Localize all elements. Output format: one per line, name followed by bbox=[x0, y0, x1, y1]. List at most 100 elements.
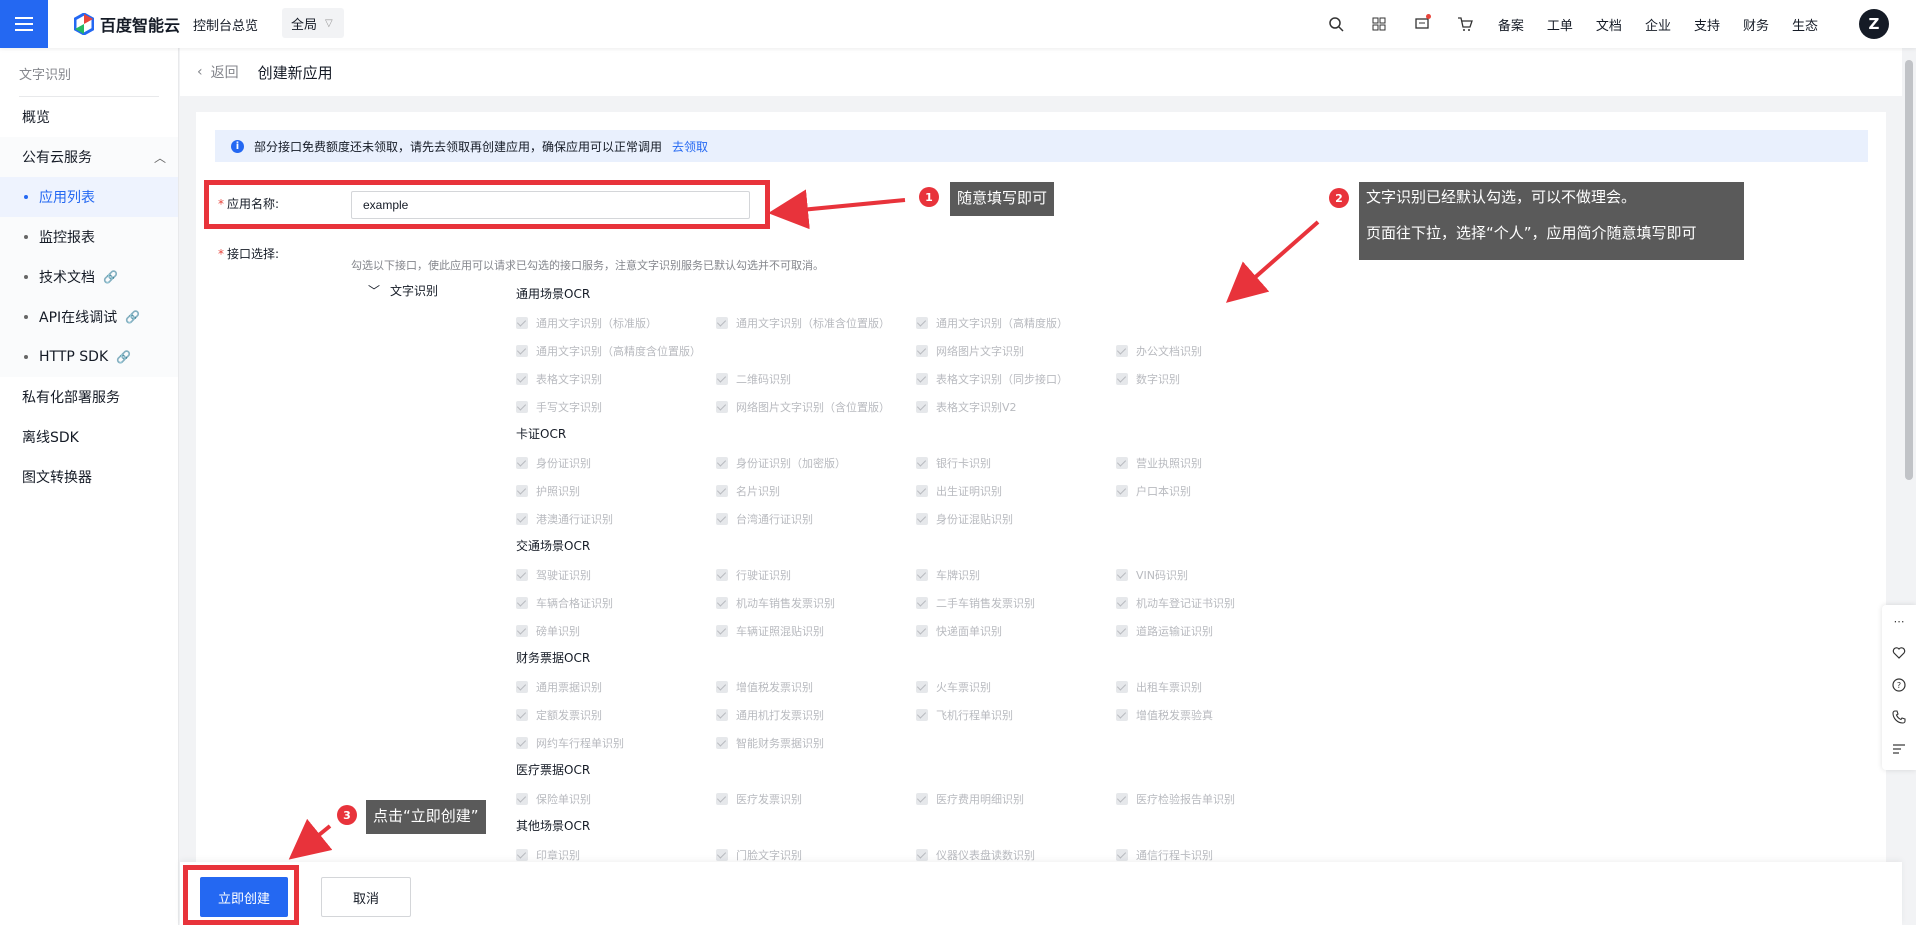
api-option[interactable]: 二手车销售发票识别 bbox=[916, 595, 1035, 611]
api-option[interactable]: 出租车票识别 bbox=[1116, 679, 1202, 695]
api-option[interactable]: 表格文字识别 bbox=[516, 371, 602, 387]
tip-step-2: 文字识别已经默认勾选，可以不做理会。 页面往下拉，选择“个人”，应用简介随意填写… bbox=[1359, 182, 1744, 260]
sidebar-item-private-deploy[interactable]: 私有化部署服务 bbox=[0, 377, 178, 417]
api-option[interactable]: 道路运输证识别 bbox=[1116, 623, 1213, 639]
api-option[interactable]: 定额发票识别 bbox=[516, 707, 602, 723]
api-option[interactable]: 表格文字识别V2 bbox=[916, 399, 1017, 415]
message-icon[interactable] bbox=[1412, 14, 1432, 34]
sidebar-item-http-sdk[interactable]: HTTP SDK 🔗 bbox=[0, 337, 178, 377]
console-overview-link[interactable]: 控制台总览 bbox=[193, 15, 258, 34]
api-option[interactable]: VIN码识别 bbox=[1116, 567, 1188, 583]
api-option[interactable]: 表格文字识别（同步接口） bbox=[916, 371, 1068, 387]
api-option[interactable]: 增值税发票识别 bbox=[716, 679, 813, 695]
api-option[interactable]: 港澳通行证识别 bbox=[516, 511, 613, 527]
apps-grid-icon[interactable] bbox=[1369, 14, 1389, 34]
sidebar-item-app-list[interactable]: 应用列表 bbox=[0, 177, 178, 217]
category-title: 其他场景OCR bbox=[516, 819, 591, 833]
api-option-label: 车辆证照混贴识别 bbox=[736, 625, 824, 638]
sidebar-item-image-converter[interactable]: 图文转换器 bbox=[0, 457, 178, 497]
api-option[interactable]: 通用文字识别（标准版） bbox=[516, 315, 657, 331]
nav-ecosystem[interactable]: 生态 bbox=[1792, 15, 1818, 34]
sidebar-item-monitor[interactable]: 监控报表 bbox=[0, 217, 178, 257]
sidebar: 文字识别 概览 公有云服务 ︿ 应用列表 监控报表 技术文档 🔗 API在线调试 🔗 … bbox=[0, 48, 179, 925]
nav-ticket[interactable]: 工单 bbox=[1547, 15, 1573, 34]
sidebar-item-tech-docs[interactable]: 技术文档 🔗 bbox=[0, 257, 178, 297]
api-option[interactable]: 磅单识别 bbox=[516, 623, 580, 639]
api-option[interactable]: 通信行程卡识别 bbox=[1116, 847, 1213, 863]
api-option-label: 办公文档识别 bbox=[1136, 345, 1202, 358]
phone-icon[interactable] bbox=[1891, 709, 1907, 725]
api-option[interactable]: 网络图片文字识别（含位置版） bbox=[716, 399, 890, 415]
cancel-button[interactable]: 取消 bbox=[321, 877, 411, 917]
sidebar-item-public-cloud[interactable]: 公有云服务 ︿ bbox=[0, 137, 178, 177]
api-option[interactable]: 车辆证照混贴识别 bbox=[716, 623, 824, 639]
api-option[interactable]: 台湾通行证识别 bbox=[716, 511, 813, 527]
api-option[interactable]: 驾驶证识别 bbox=[516, 567, 591, 583]
api-option[interactable]: 手写文字识别 bbox=[516, 399, 602, 415]
nav-enterprise[interactable]: 企业 bbox=[1645, 15, 1671, 34]
api-option[interactable]: 名片识别 bbox=[716, 483, 780, 499]
api-option-label: 增值税发票识别 bbox=[736, 681, 813, 694]
api-option[interactable]: 网络图片文字识别 bbox=[916, 343, 1024, 359]
api-option[interactable]: 银行卡识别 bbox=[916, 455, 991, 471]
claim-link[interactable]: 去领取 bbox=[672, 138, 708, 155]
api-option[interactable]: 车辆合格证识别 bbox=[516, 595, 613, 611]
api-option[interactable]: 增值税发票验真 bbox=[1116, 707, 1213, 723]
api-option[interactable]: 飞机行程单识别 bbox=[916, 707, 1013, 723]
api-option-label: 数字识别 bbox=[1136, 373, 1180, 386]
api-option[interactable]: 医疗费用明细识别 bbox=[916, 791, 1024, 807]
api-option[interactable]: 身份证识别 bbox=[516, 455, 591, 471]
api-option[interactable]: 营业执照识别 bbox=[1116, 455, 1202, 471]
scrollbar[interactable] bbox=[1905, 60, 1913, 480]
api-option[interactable]: 网约车行程单识别 bbox=[516, 735, 624, 751]
api-option[interactable]: 通用文字识别（标准含位置版） bbox=[716, 315, 890, 331]
api-option[interactable]: 门脸文字识别 bbox=[716, 847, 802, 863]
api-option[interactable]: 通用文字识别（高精度版） bbox=[916, 315, 1068, 331]
tree-node-ocr[interactable]: ﹀ 文字识别 bbox=[368, 282, 438, 299]
menu-icon[interactable] bbox=[0, 0, 48, 48]
search-icon[interactable] bbox=[1326, 14, 1346, 34]
api-option[interactable]: 车牌识别 bbox=[916, 567, 980, 583]
api-option[interactable]: 数字识别 bbox=[1116, 371, 1180, 387]
drag-handle-icon[interactable]: ⋯ bbox=[1891, 613, 1907, 629]
api-option[interactable]: 身份证识别（加密版） bbox=[716, 455, 846, 471]
help-icon[interactable]: ? bbox=[1891, 677, 1907, 693]
nav-docs[interactable]: 文档 bbox=[1596, 15, 1622, 34]
brand-logo[interactable]: 百度智能云 bbox=[73, 12, 180, 36]
api-option[interactable]: 机动车销售发票识别 bbox=[716, 595, 835, 611]
api-option[interactable]: 通用文字识别（高精度含位置版） bbox=[516, 343, 701, 359]
checkbox-checked-icon bbox=[516, 317, 528, 329]
api-option[interactable]: 医疗发票识别 bbox=[716, 791, 802, 807]
cart-icon[interactable] bbox=[1455, 14, 1475, 34]
checkbox-checked-icon bbox=[516, 597, 528, 609]
api-option[interactable]: 机动车登记证书识别 bbox=[1116, 595, 1235, 611]
api-option[interactable]: 医疗检验报告单识别 bbox=[1116, 791, 1235, 807]
api-option[interactable]: 户口本识别 bbox=[1116, 483, 1191, 499]
api-option[interactable]: 智能财务票据识别 bbox=[716, 735, 824, 751]
sidebar-item-api-debug[interactable]: API在线调试 🔗 bbox=[0, 297, 178, 337]
api-option[interactable]: 护照识别 bbox=[516, 483, 580, 499]
api-option[interactable]: 行驶证识别 bbox=[716, 567, 791, 583]
avatar[interactable]: Z bbox=[1859, 9, 1889, 39]
api-option[interactable]: 保险单识别 bbox=[516, 791, 591, 807]
api-option[interactable]: 办公文档识别 bbox=[1116, 343, 1202, 359]
api-option[interactable]: 印章识别 bbox=[516, 847, 580, 863]
api-option[interactable]: 通用机打发票识别 bbox=[716, 707, 824, 723]
api-option[interactable]: 出生证明识别 bbox=[916, 483, 1002, 499]
back-button[interactable]: ‹ 返回 bbox=[197, 62, 239, 82]
nav-beian[interactable]: 备案 bbox=[1498, 15, 1524, 34]
api-option[interactable]: 火车票识别 bbox=[916, 679, 991, 695]
sidebar-item-offline-sdk[interactable]: 离线SDK bbox=[0, 417, 178, 457]
api-option[interactable]: 仪器仪表盘读数识别 bbox=[916, 847, 1035, 863]
api-option-label: 通信行程卡识别 bbox=[1136, 849, 1213, 862]
heart-icon[interactable] bbox=[1891, 645, 1907, 661]
nav-support[interactable]: 支持 bbox=[1694, 15, 1720, 34]
nav-finance[interactable]: 财务 bbox=[1743, 15, 1769, 34]
feedback-icon[interactable] bbox=[1891, 741, 1907, 757]
api-option[interactable]: 快递面单识别 bbox=[916, 623, 1002, 639]
api-option[interactable]: 通用票据识别 bbox=[516, 679, 602, 695]
region-select[interactable]: 全局 ▽ bbox=[282, 8, 344, 38]
api-option[interactable]: 二维码识别 bbox=[716, 371, 791, 387]
api-option[interactable]: 身份证混贴识别 bbox=[916, 511, 1013, 527]
sidebar-item-overview[interactable]: 概览 bbox=[0, 97, 178, 137]
